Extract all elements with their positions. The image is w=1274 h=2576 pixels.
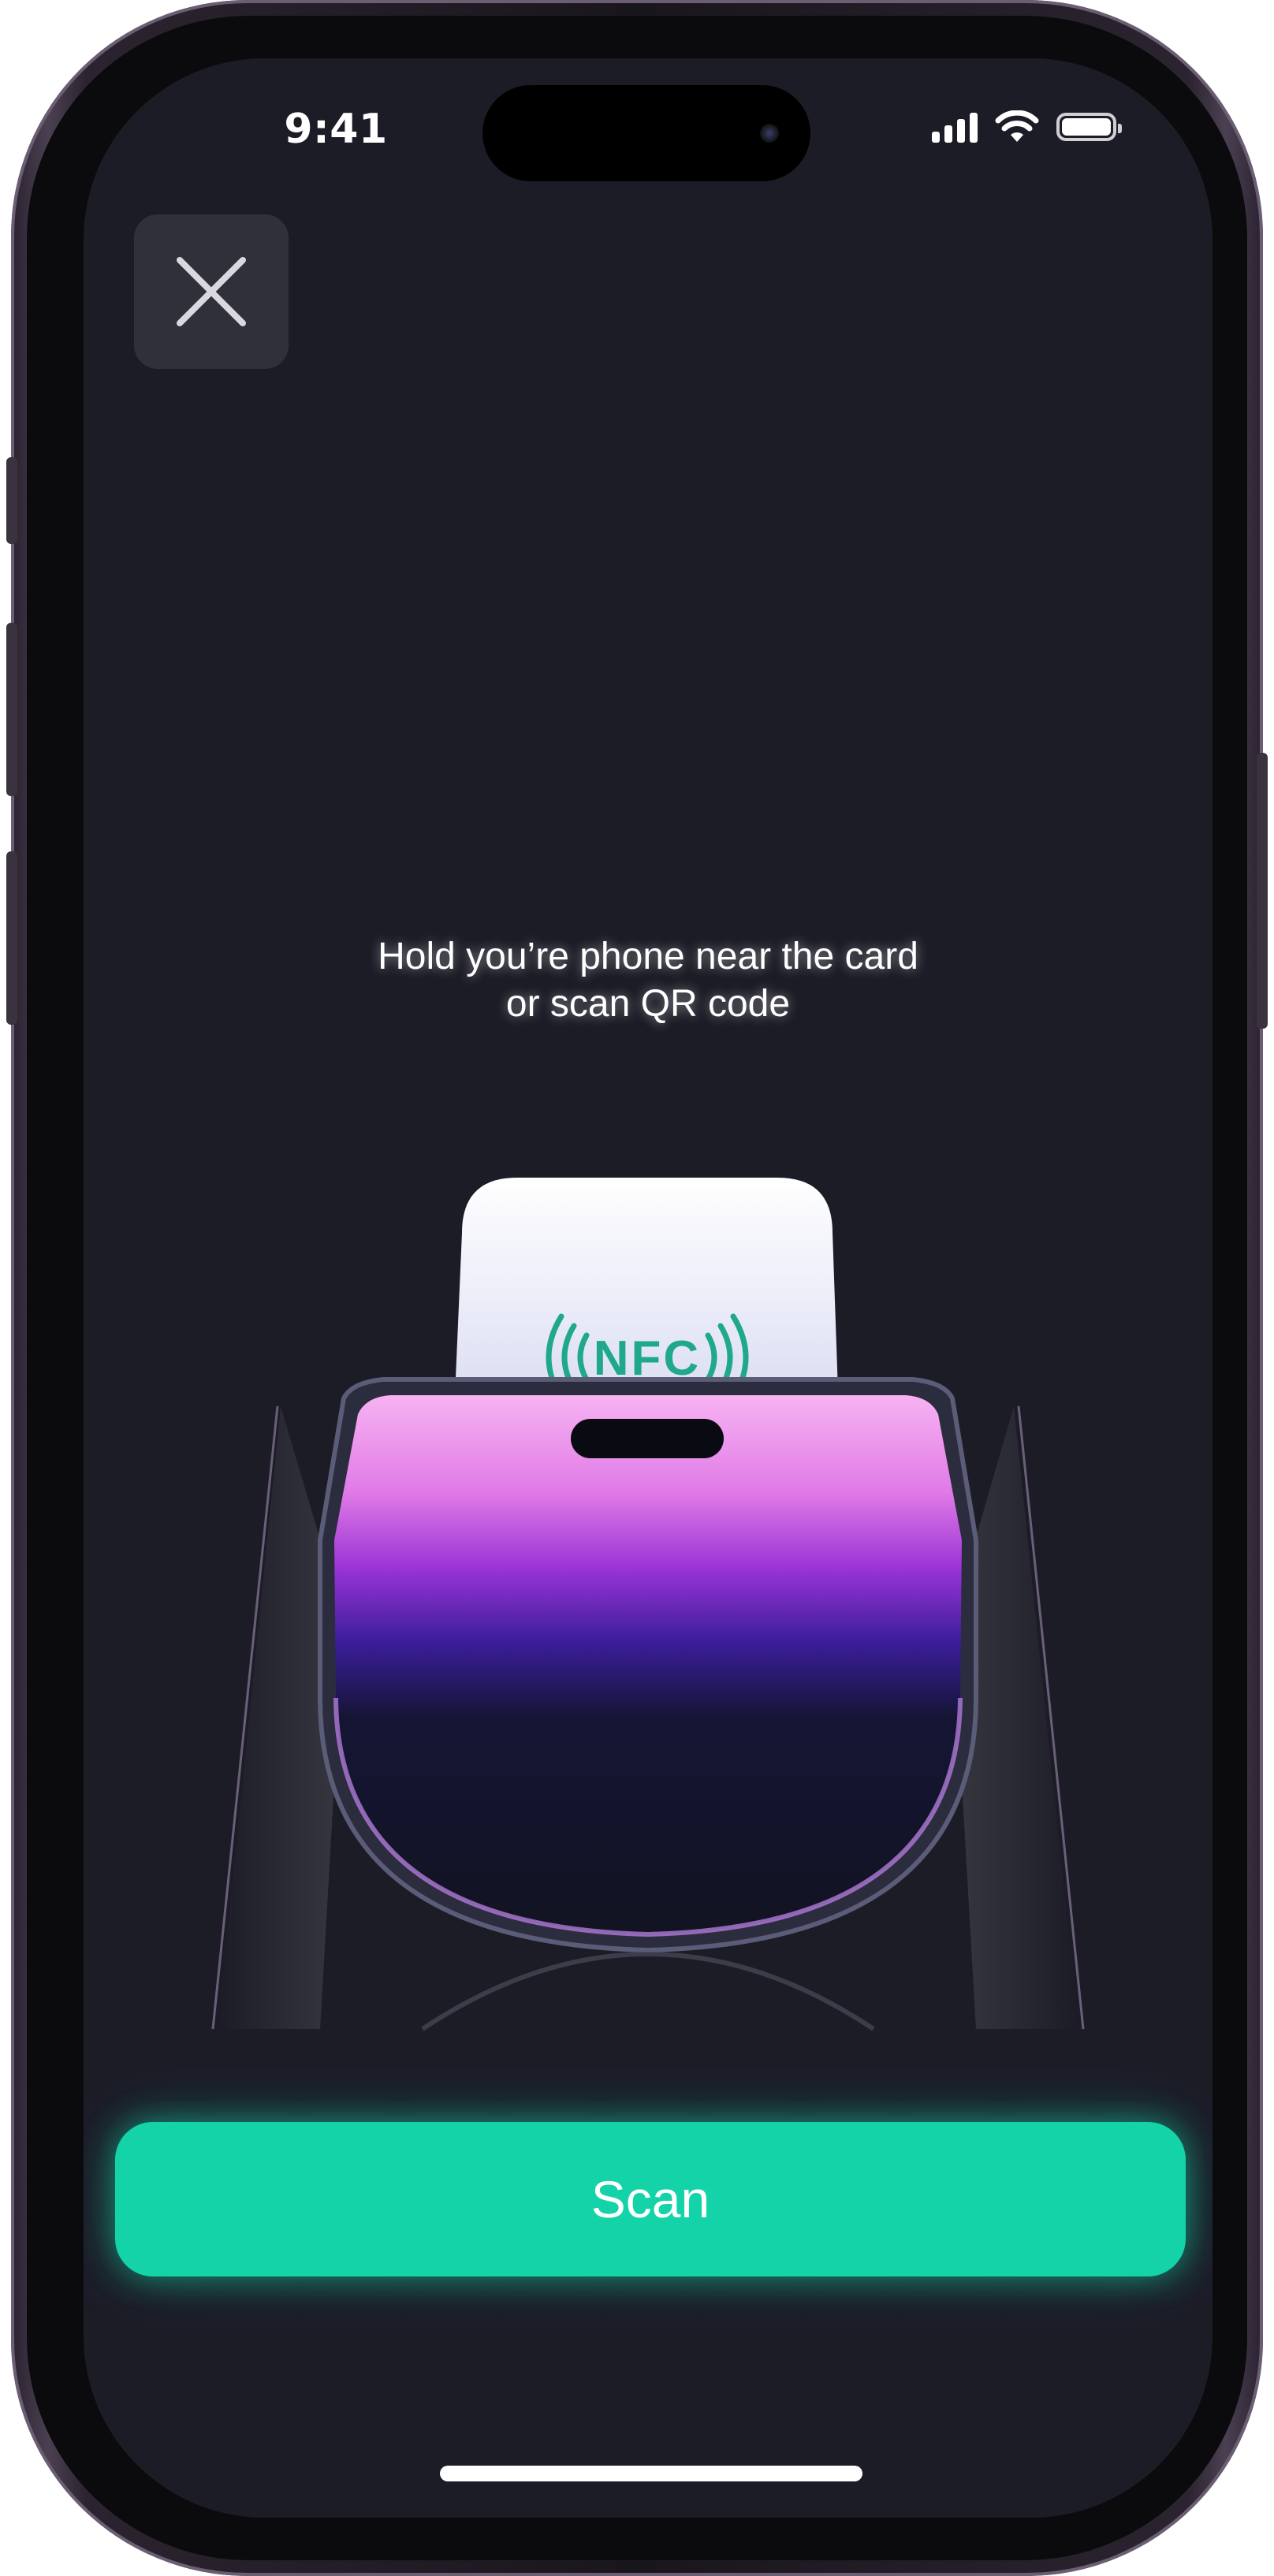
scan-button[interactable]: Scan — [115, 2122, 1186, 2276]
volume-down-button — [6, 851, 17, 1025]
wifi-icon — [995, 110, 1039, 142]
cellular-signal-icon — [932, 111, 978, 143]
close-button[interactable] — [134, 214, 289, 369]
dynamic-island — [482, 85, 810, 181]
phone-mockup — [318, 1377, 978, 2031]
instruction-text: Hold you’re phone near the card or scan … — [378, 936, 918, 1025]
close-icon — [177, 257, 246, 326]
power-button — [1257, 753, 1268, 1029]
status-time: 9:41 — [284, 106, 388, 153]
volume-up-button — [6, 623, 17, 796]
status-icons — [932, 110, 1122, 143]
battery-icon — [1056, 113, 1122, 141]
front-camera-icon — [760, 124, 779, 143]
app-screen: 9:41 Hold you’re phone near the card or … — [84, 58, 1213, 2518]
nfc-illustration: NFC — [211, 1178, 1085, 2031]
phone-island — [571, 1419, 724, 1458]
home-indicator[interactable] — [440, 2466, 862, 2481]
device-frame: 9:41 Hold you’re phone near the card or … — [6, 0, 1268, 2576]
action-button — [6, 457, 17, 544]
